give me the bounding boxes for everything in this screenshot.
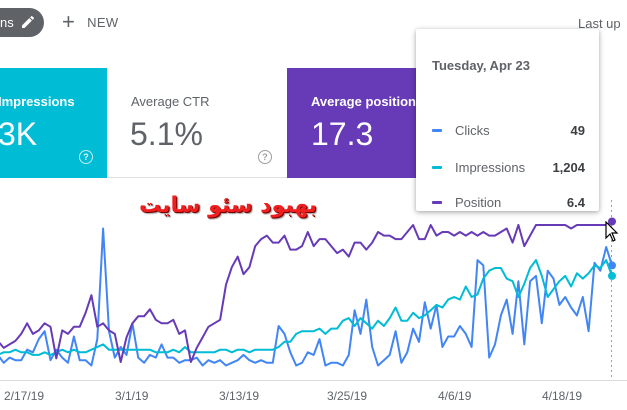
x-tick-label: 4/6/19 bbox=[438, 389, 472, 403]
mouse-cursor-icon bbox=[605, 220, 619, 248]
new-button-label: NEW bbox=[87, 14, 119, 30]
new-filter-button[interactable]: + NEW bbox=[62, 11, 118, 33]
position-value: 17.3 bbox=[311, 116, 374, 152]
overlay-caption: بهبود سئو سایت bbox=[138, 193, 318, 218]
impressions-value: 3K bbox=[0, 116, 38, 152]
clicks-series-line bbox=[0, 227, 613, 367]
tooltip-row-clicks: Clicks 49 bbox=[432, 122, 585, 138]
impressions-metric-card[interactable]: Impressions 3K ? bbox=[0, 68, 107, 178]
impressions-hover-point bbox=[608, 271, 616, 280]
x-tick-label: 3/1/19 bbox=[115, 389, 149, 403]
position-series-line bbox=[0, 220, 613, 363]
clicks-hover-point bbox=[608, 261, 616, 270]
edit-icon[interactable] bbox=[20, 14, 36, 33]
tooltip-row-value: 1,204 bbox=[552, 159, 585, 175]
filter-chip[interactable]: ns bbox=[0, 8, 44, 37]
help-icon[interactable]: ? bbox=[79, 150, 93, 164]
x-tick-label: 2/17/19 bbox=[4, 389, 45, 403]
impressions-legend-swatch bbox=[432, 165, 442, 169]
tooltip-row-value: 6.4 bbox=[566, 194, 585, 210]
clicks-legend-swatch bbox=[432, 128, 442, 132]
position-legend-swatch bbox=[432, 200, 442, 204]
x-tick-label: 4/18/19 bbox=[542, 389, 583, 403]
impressions-label: Impressions bbox=[0, 94, 75, 109]
plus-icon: + bbox=[62, 9, 76, 34]
filter-chip-label: ns bbox=[0, 15, 14, 30]
ctr-label: Average CTR bbox=[131, 94, 210, 109]
ctr-metric-card[interactable]: Average CTR 5.1% ? bbox=[107, 68, 287, 178]
position-label: Average position bbox=[311, 94, 416, 109]
impressions-series-line bbox=[0, 259, 613, 356]
chart-tooltip: Tuesday, Apr 23 Clicks 49 Impressions 1,… bbox=[416, 29, 599, 211]
help-icon[interactable]: ? bbox=[258, 150, 272, 164]
ctr-value: 5.1% bbox=[130, 116, 203, 152]
tooltip-row-impressions: Impressions 1,204 bbox=[432, 159, 585, 175]
x-tick-label: 3/25/19 bbox=[327, 389, 368, 403]
x-tick-label: 3/13/19 bbox=[219, 389, 260, 403]
tooltip-row-name: Position bbox=[455, 194, 502, 210]
tooltip-row-name: Clicks bbox=[455, 122, 490, 138]
tooltip-row-position: Position 6.4 bbox=[432, 194, 585, 210]
tooltip-row-value: 49 bbox=[570, 122, 585, 138]
position-metric-card[interactable]: Average position 17.3 bbox=[287, 68, 427, 178]
tooltip-row-name: Impressions bbox=[455, 159, 526, 175]
tooltip-date: Tuesday, Apr 23 bbox=[432, 58, 531, 73]
